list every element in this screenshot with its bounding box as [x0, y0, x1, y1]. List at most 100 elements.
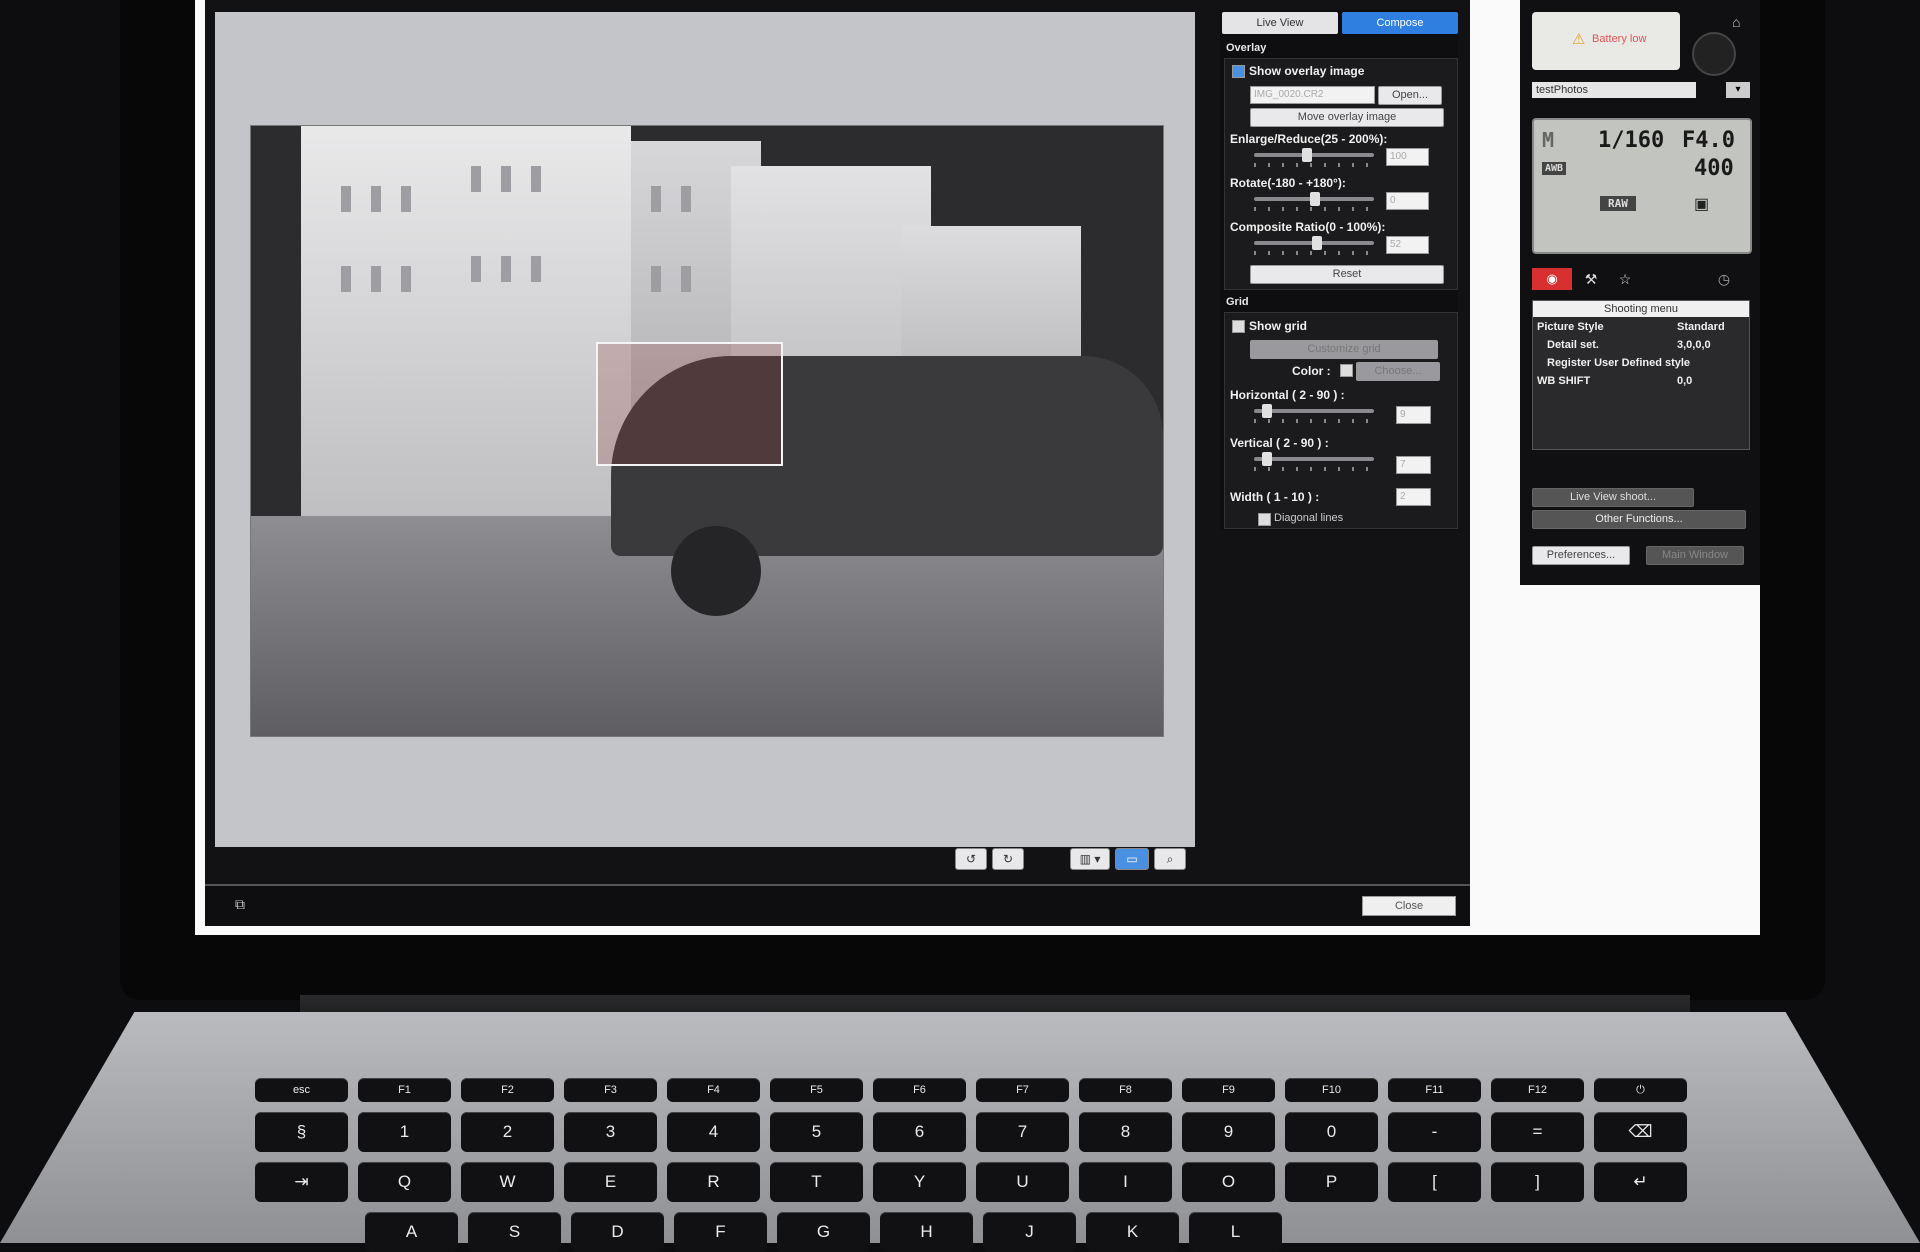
- key[interactable]: -: [1388, 1112, 1481, 1152]
- key[interactable]: F9: [1182, 1078, 1275, 1102]
- key[interactable]: U: [976, 1162, 1069, 1202]
- key[interactable]: 0: [1285, 1112, 1378, 1152]
- key[interactable]: =: [1491, 1112, 1584, 1152]
- overlay-file-field[interactable]: IMG_0020.CR2: [1250, 86, 1375, 104]
- key[interactable]: F6: [873, 1078, 966, 1102]
- tools-tab-icon[interactable]: ⚒: [1576, 268, 1606, 290]
- enlarge-slider-thumb[interactable]: [1302, 148, 1312, 162]
- key[interactable]: F3: [564, 1078, 657, 1102]
- key[interactable]: I: [1079, 1162, 1172, 1202]
- key[interactable]: D: [571, 1212, 664, 1252]
- key[interactable]: esc: [255, 1078, 348, 1102]
- menu-row-picture-style[interactable]: Picture Style Standard: [1537, 321, 1745, 338]
- rotate-value-field[interactable]: 0: [1386, 192, 1429, 210]
- key[interactable]: F5: [770, 1078, 863, 1102]
- window-icon[interactable]: ⧉: [235, 896, 245, 913]
- folder-menu-button[interactable]: ▾: [1726, 82, 1750, 98]
- key[interactable]: G: [777, 1212, 870, 1252]
- horizontal-value-field[interactable]: 9: [1396, 406, 1431, 424]
- move-overlay-button[interactable]: Move overlay image: [1250, 108, 1444, 127]
- key[interactable]: W: [461, 1162, 554, 1202]
- timer-icon[interactable]: ◷: [1706, 268, 1742, 290]
- key[interactable]: F2: [461, 1078, 554, 1102]
- diagonal-lines-checkbox[interactable]: [1258, 513, 1271, 526]
- live-view-shoot-button[interactable]: Live View shoot...: [1532, 488, 1694, 507]
- key[interactable]: 9: [1182, 1112, 1275, 1152]
- horizontal-slider-thumb[interactable]: [1262, 404, 1272, 418]
- tab-live-view[interactable]: Live View: [1222, 12, 1338, 34]
- rotate-right-button[interactable]: ↻: [992, 848, 1024, 870]
- key[interactable]: P: [1285, 1162, 1378, 1202]
- key[interactable]: S: [468, 1212, 561, 1252]
- tab-compose[interactable]: Compose: [1342, 12, 1458, 34]
- key[interactable]: ⇥: [255, 1162, 348, 1202]
- shutter-dial[interactable]: [1692, 32, 1736, 76]
- key[interactable]: ↵: [1594, 1162, 1687, 1202]
- menu-row-wb-shift[interactable]: WB SHIFT 0,0: [1537, 375, 1745, 392]
- width-value-field[interactable]: 2: [1396, 488, 1431, 506]
- rotate-slider-thumb[interactable]: [1310, 192, 1320, 206]
- composite-ratio-value-field[interactable]: 52: [1386, 236, 1429, 254]
- home-icon[interactable]: ⌂: [1732, 14, 1740, 30]
- key[interactable]: F: [674, 1212, 767, 1252]
- vertical-slider-track[interactable]: [1254, 457, 1374, 461]
- close-button[interactable]: Close: [1362, 896, 1456, 916]
- show-overlay-checkbox[interactable]: [1232, 65, 1245, 78]
- focus-frame[interactable]: [596, 342, 783, 466]
- key[interactable]: ]: [1491, 1162, 1584, 1202]
- key[interactable]: ⏻: [1594, 1078, 1687, 1102]
- key[interactable]: K: [1086, 1212, 1179, 1252]
- key[interactable]: 4: [667, 1112, 760, 1152]
- preferences-button[interactable]: Preferences...: [1532, 546, 1630, 565]
- key[interactable]: F8: [1079, 1078, 1172, 1102]
- key[interactable]: 5: [770, 1112, 863, 1152]
- key[interactable]: [: [1388, 1162, 1481, 1202]
- zoom-icon[interactable]: ⌕: [1154, 848, 1186, 870]
- reset-button[interactable]: Reset: [1250, 265, 1444, 284]
- camera-tab-icon[interactable]: ◉: [1532, 268, 1572, 290]
- key[interactable]: O: [1182, 1162, 1275, 1202]
- fit-view-button[interactable]: ▭: [1115, 848, 1149, 870]
- vertical-slider-thumb[interactable]: [1262, 452, 1272, 466]
- vertical-value-field[interactable]: 7: [1396, 456, 1431, 474]
- customize-grid-select[interactable]: Customize grid: [1250, 340, 1438, 359]
- monitor-icon[interactable]: ▣: [1694, 194, 1709, 214]
- key[interactable]: §: [255, 1112, 348, 1152]
- menu-row-detail-set[interactable]: Detail set. 3,0,0,0: [1537, 339, 1745, 356]
- composite-ratio-slider-thumb[interactable]: [1312, 236, 1322, 250]
- key[interactable]: E: [564, 1162, 657, 1202]
- key[interactable]: Y: [873, 1162, 966, 1202]
- show-grid-checkbox[interactable]: [1232, 320, 1245, 333]
- key[interactable]: H: [880, 1212, 973, 1252]
- open-overlay-button[interactable]: Open...: [1378, 86, 1442, 105]
- choose-color-button[interactable]: Choose...: [1356, 362, 1440, 381]
- key[interactable]: A: [365, 1212, 458, 1252]
- key[interactable]: 2: [461, 1112, 554, 1152]
- key[interactable]: 3: [564, 1112, 657, 1152]
- iso-value[interactable]: 400: [1694, 156, 1734, 181]
- wb-value[interactable]: AWB: [1542, 162, 1567, 175]
- star-tab-icon[interactable]: ☆: [1610, 268, 1640, 290]
- key[interactable]: 1: [358, 1112, 451, 1152]
- key[interactable]: F1: [358, 1078, 451, 1102]
- key[interactable]: 6: [873, 1112, 966, 1152]
- key[interactable]: 7: [976, 1112, 1069, 1152]
- mode-value[interactable]: M: [1542, 128, 1554, 152]
- grid-view-button[interactable]: ▥ ▾: [1070, 848, 1110, 870]
- key[interactable]: Q: [358, 1162, 451, 1202]
- grid-color-swatch[interactable]: [1340, 364, 1353, 377]
- key[interactable]: T: [770, 1162, 863, 1202]
- key[interactable]: F4: [667, 1078, 760, 1102]
- quality-value[interactable]: RAW: [1600, 196, 1636, 211]
- key[interactable]: F11: [1388, 1078, 1481, 1102]
- key[interactable]: ⌫: [1594, 1112, 1687, 1152]
- key[interactable]: 8: [1079, 1112, 1172, 1152]
- key[interactable]: F12: [1491, 1078, 1584, 1102]
- rotate-left-button[interactable]: ↺: [955, 848, 987, 870]
- horizontal-slider-track[interactable]: [1254, 409, 1374, 413]
- enlarge-value-field[interactable]: 100: [1386, 148, 1429, 166]
- key[interactable]: R: [667, 1162, 760, 1202]
- key[interactable]: F10: [1285, 1078, 1378, 1102]
- shutter-value[interactable]: 1/160: [1598, 128, 1664, 153]
- main-window-button[interactable]: Main Window: [1646, 546, 1744, 565]
